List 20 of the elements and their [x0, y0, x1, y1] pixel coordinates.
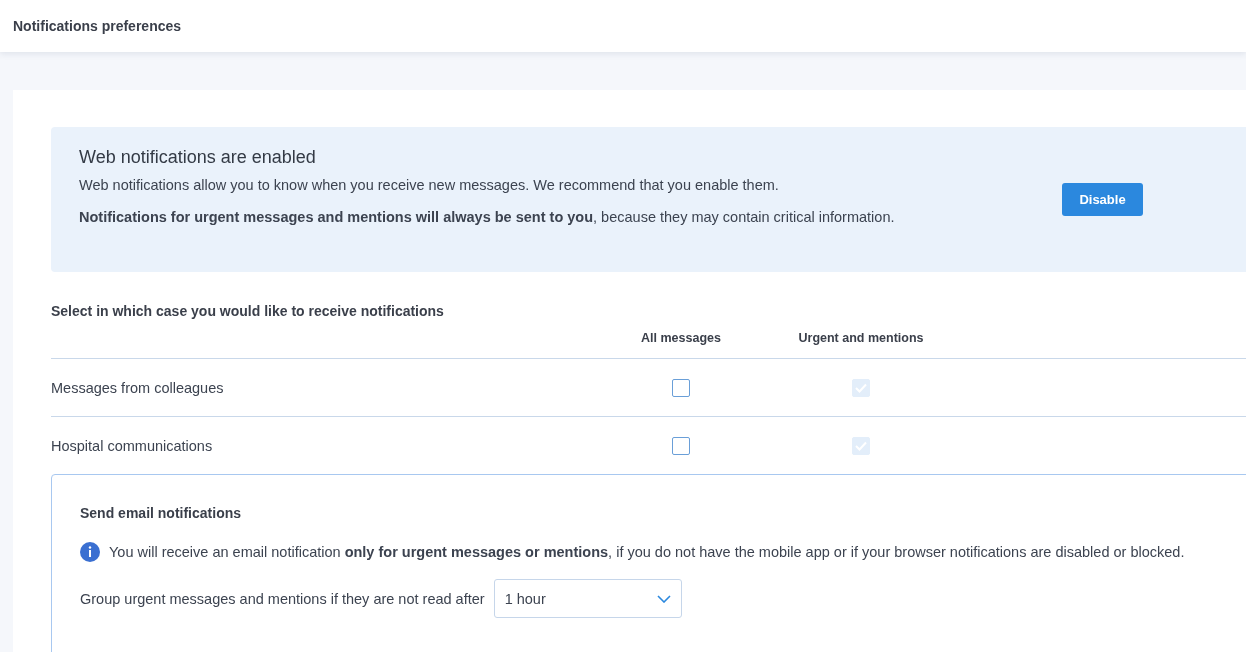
- email-title: Send email notifications: [80, 505, 243, 521]
- row-label: Messages from colleagues: [51, 379, 224, 396]
- banner-note: Notifications for urgent messages and mentions will always be sent to you, because they may contain critical information.: [79, 209, 896, 225]
- row-label: Hospital communications: [51, 437, 213, 454]
- info-icon: [80, 542, 100, 562]
- checkbox[interactable]: [672, 378, 690, 397]
- check-icon: [855, 382, 867, 393]
- column-header: Urgent and mentions: [797, 330, 925, 347]
- section-title: Select in which case you would like to receive notifications: [51, 303, 445, 319]
- column-header: All messages: [640, 330, 722, 347]
- delay-dropdown[interactable]: 1 hour: [493, 579, 682, 618]
- check-icon: [855, 440, 867, 451]
- banner-title: Web notifications are enabled: [79, 147, 317, 168]
- disable-button[interactable]: Disable: [1062, 183, 1143, 216]
- banner-description: Web notifications allow you to know when you receive new messages. We recommend that you enable them.: [79, 177, 780, 193]
- chevron-down-icon: [656, 594, 671, 603]
- info-text: You will receive an email notification only for urgent messages or mentions, if you do not have the mobile app or if your browser notifications are disabled or blocked.: [109, 544, 1185, 560]
- page-title: Notifications preferences: [13, 18, 182, 34]
- checkbox[interactable]: [672, 436, 690, 455]
- group-label: Group urgent messages and mentions if they are not read after: [80, 590, 485, 607]
